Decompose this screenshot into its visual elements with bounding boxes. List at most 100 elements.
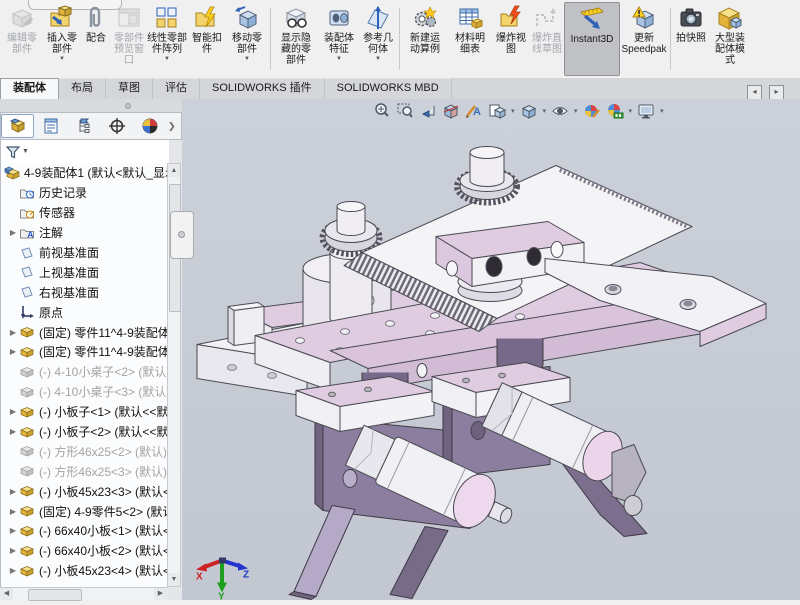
exploded-view-button[interactable]: 爆炸视 图 — [492, 0, 530, 78]
display-style-icon[interactable] — [519, 101, 539, 121]
hide-show-items-dropdown-icon[interactable]: ▾ — [574, 107, 578, 115]
show-hidden-components-button[interactable]: 显示隐 藏的零 部件 — [273, 0, 319, 78]
take-snapshot-button[interactable]: 拍快照 — [673, 0, 709, 78]
tab-featuremanager-tree[interactable] — [1, 114, 34, 138]
tree-item-part-suppressed[interactable]: (-) 方形46x25<3> (默认) — [1, 461, 169, 481]
update-speedpak-button[interactable]: 更新 Speedpak — [620, 0, 668, 78]
previous-view-icon[interactable] — [418, 101, 438, 121]
tab-solidworks-mbd[interactable]: SOLIDWORKS MBD — [325, 78, 452, 99]
linear-pattern-dropdown-icon[interactable]: ▼ — [164, 56, 170, 62]
tree-item-origin[interactable]: 原点 — [1, 302, 169, 322]
scroll-left-icon[interactable]: ◀ — [0, 588, 13, 600]
tab-display-manager[interactable] — [133, 114, 166, 138]
tree-item-part[interactable]: ▶(固定) 零件11^4-9装配体1< — [1, 342, 169, 362]
insert-component-dropdown-icon[interactable]: ▼ — [59, 56, 65, 62]
reference-geometry-dropdown-icon[interactable]: ▼ — [375, 56, 381, 62]
part-suppressed-icon — [19, 384, 35, 400]
scroll-right-icon[interactable]: ▶ — [154, 588, 167, 600]
part-icon — [19, 523, 35, 539]
expand-arrow-icon[interactable]: ▶ — [7, 566, 19, 575]
tab-solidworks-addins[interactable]: SOLIDWORKS 插件 — [200, 78, 325, 99]
zoom-to-fit-icon[interactable] — [372, 101, 392, 121]
tab-configuration-manager[interactable] — [67, 114, 100, 138]
new-motion-study-button[interactable]: 新建运 动算例 — [402, 0, 448, 78]
tree-horizontal-scrollbar[interactable]: ◀ ▶ — [0, 587, 167, 600]
smart-fasteners-button[interactable]: 智能扣 件 — [188, 0, 226, 78]
scroll-up-icon[interactable]: ▲ — [168, 164, 180, 177]
tree-item-part[interactable]: ▶(-) 小板子<2> (默认<<默认 — [1, 422, 169, 442]
tab-dimxpert-manager[interactable] — [100, 114, 133, 138]
command-manager-tabbar: 装配体 布局 草图 评估 SOLIDWORKS 插件 SOLIDWORKS MB… — [0, 78, 800, 100]
horizontal-scrollbar-thumb[interactable] — [28, 589, 82, 601]
insert-component-button[interactable]: 插入零 部件 ▼ — [44, 0, 80, 78]
apply-scene-dropdown-icon[interactable]: ▾ — [629, 107, 633, 115]
tab-propertymanager[interactable] — [34, 114, 67, 138]
expand-arrow-icon[interactable]: ▶ — [7, 526, 19, 535]
view-orientation-icon[interactable] — [487, 101, 507, 121]
large-assembly-mode-button[interactable]: 大型装 配体模 式 — [709, 0, 751, 78]
move-component-icon — [234, 5, 260, 31]
tab-evaluate[interactable]: 评估 — [153, 78, 200, 99]
tree-item-assembly-root[interactable]: 4-9装配体1 (默认<默认_显示状 — [1, 163, 169, 183]
view-settings-dropdown-icon[interactable]: ▾ — [660, 107, 664, 115]
tree-item-part[interactable]: ▶(-) 66x40小板<1> (默认<< — [1, 521, 169, 541]
tree-item-part[interactable]: ▶(-) 66x40小板<2> (默认<< — [1, 541, 169, 561]
tree-item-part-suppressed[interactable]: (-) 4-10小桌子<3> (默认) — [1, 382, 169, 402]
tree-item-top-plane[interactable]: 上视基准面 — [1, 262, 169, 282]
hide-show-items-icon[interactable] — [550, 101, 570, 121]
tree-item-annotations[interactable]: ▶A注解 — [1, 223, 169, 243]
assembly-features-button[interactable]: 装配体 特征 ▼ — [319, 0, 359, 78]
scroll-down-icon[interactable]: ▼ — [168, 573, 180, 586]
instant3d-button[interactable]: Instant3D — [564, 2, 620, 76]
apply-scene-icon[interactable] — [605, 101, 625, 121]
tree-item-history[interactable]: 历史记录 — [1, 183, 169, 203]
tree-item-part[interactable]: ▶(-) 小板45x23<4> (默认<< — [1, 561, 169, 581]
tree-item-part-suppressed[interactable]: (-) 方形46x25<2> (默认) — [1, 441, 169, 461]
linear-pattern-label: 线性零部 件阵列 — [147, 33, 187, 55]
filter-dropdown-icon[interactable]: ▼ — [22, 148, 29, 155]
expand-arrow-icon[interactable]: ▶ — [7, 347, 19, 356]
tree-item-part[interactable]: ▶(固定) 零件11^4-9装配体1< — [1, 322, 169, 342]
expand-arrow-icon[interactable]: ▶ — [7, 228, 19, 237]
bill-of-materials-button[interactable]: 材料明 细表 — [448, 0, 492, 78]
insert-component-icon — [49, 5, 75, 31]
tab-scroll-left-button[interactable]: ◂ — [747, 85, 762, 100]
triad-z-label: Z — [243, 570, 249, 581]
expand-arrow-icon[interactable]: ▶ — [7, 487, 19, 496]
feature-tree: 4-9装配体1 (默认<默认_显示状 历史记录 传感器 ▶A注解 前视基准面 上… — [0, 163, 169, 587]
linear-pattern-button[interactable]: 线性零部 件阵列 ▼ — [146, 0, 188, 78]
tab-layout[interactable]: 布局 — [59, 78, 106, 99]
expand-arrow-icon[interactable]: ▶ — [7, 507, 19, 516]
annotation-view-icon[interactable]: A — [464, 101, 484, 121]
expand-arrow-icon[interactable]: ▶ — [7, 427, 19, 436]
zoom-to-area-icon[interactable] — [395, 101, 415, 121]
mate-button[interactable]: 配合 — [80, 0, 112, 78]
tab-scroll-right-button[interactable]: ▸ — [769, 85, 784, 100]
move-component-dropdown-icon[interactable]: ▼ — [244, 56, 250, 62]
assembly-features-dropdown-icon[interactable]: ▼ — [336, 56, 342, 62]
tree-item-sensors[interactable]: 传感器 — [1, 203, 169, 223]
expand-arrow-icon[interactable]: ▶ — [7, 546, 19, 555]
tree-item-part-suppressed[interactable]: (-) 4-10小桌子<2> (默认) — [1, 362, 169, 382]
display-style-dropdown-icon[interactable]: ▾ — [543, 107, 547, 115]
tree-item-front-plane[interactable]: 前视基准面 — [1, 243, 169, 263]
tree-item-part[interactable]: ▶(-) 小板45x23<3> (默认<< — [1, 481, 169, 501]
panel-splitter-handle[interactable] — [170, 211, 194, 259]
panel-resize-dot[interactable] — [125, 103, 131, 109]
tree-item-right-plane[interactable]: 右视基准面 — [1, 282, 169, 302]
graphics-area[interactable]: X Z Y — [182, 99, 800, 600]
reference-geometry-button[interactable]: 参考几 何体 ▼ — [359, 0, 397, 78]
move-component-button[interactable]: 移动零 部件 ▼ — [226, 0, 268, 78]
expand-arrow-icon[interactable]: ▶ — [7, 328, 19, 337]
tab-sketch[interactable]: 草图 — [106, 78, 153, 99]
view-settings-icon[interactable] — [636, 101, 656, 121]
tab-assembly[interactable]: 装配体 — [0, 78, 59, 100]
tree-item-part[interactable]: ▶(固定) 4-9零件5<2> (默认< — [1, 501, 169, 521]
expand-arrow-icon[interactable]: ▶ — [7, 407, 19, 416]
view-orientation-dropdown-icon[interactable]: ▾ — [511, 107, 515, 115]
section-view-icon[interactable] — [441, 101, 461, 121]
tree-item-part[interactable]: ▶(-) 小板子<1> (默认<<默认 — [1, 402, 169, 422]
panel-tabs-overflow-icon[interactable]: ❯ — [168, 121, 176, 132]
filter-funnel-icon[interactable] — [5, 144, 21, 160]
edit-appearance-icon[interactable] — [582, 101, 602, 121]
